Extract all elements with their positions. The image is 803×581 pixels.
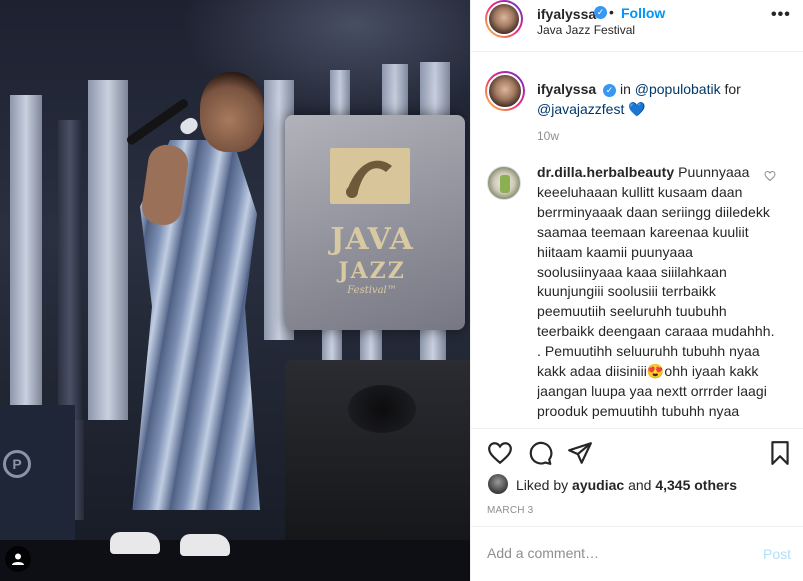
microphone xyxy=(125,97,190,147)
comment-text: Puunnyaaa keeeluhaaan kullitt kusaam daa… xyxy=(537,164,775,380)
heart-eyes-emoji: 😍 xyxy=(646,363,665,380)
likes-prefix: Liked by xyxy=(516,477,569,493)
liker-avatar[interactable] xyxy=(488,474,508,494)
caption-timestamp[interactable]: 10w xyxy=(537,129,559,143)
stage-backdrop-panel xyxy=(10,95,42,415)
shoe xyxy=(180,534,230,556)
speaker-cone xyxy=(348,385,416,433)
caption-text-for: for xyxy=(724,81,741,97)
comment-input-divider xyxy=(471,526,803,527)
sign-text-java: JAVA xyxy=(330,222,414,257)
verified-badge-icon: ✓ xyxy=(594,6,607,19)
person-tag-icon[interactable] xyxy=(5,546,31,572)
header-divider xyxy=(471,51,803,52)
follow-button[interactable]: Follow xyxy=(621,5,665,21)
blue-heart-emoji: 💙 xyxy=(628,101,646,117)
singer-shoes xyxy=(110,530,260,556)
comment-item: dr.dilla.herbalbeauty Puunnyaaa keeeluha… xyxy=(537,163,777,425)
likes-summary: Liked by ayudiac and 4,345 others xyxy=(516,477,737,493)
shoe xyxy=(110,532,160,554)
more-options-icon[interactable]: ••• xyxy=(771,6,791,24)
heart-icon[interactable] xyxy=(487,440,513,466)
author-username[interactable]: ifyalyssa xyxy=(537,6,596,22)
post-location[interactable]: Java Jazz Festival xyxy=(537,23,635,37)
post-comment-button[interactable]: Post xyxy=(763,546,791,562)
singer-head xyxy=(200,72,264,152)
author-avatar[interactable] xyxy=(485,0,523,38)
paper-plane-icon[interactable] xyxy=(567,440,593,466)
post-date[interactable]: MARCH 3 xyxy=(487,505,533,516)
caption-mention-brand[interactable]: @populobatik xyxy=(635,81,721,97)
verified-badge-icon: ✓ xyxy=(603,84,617,97)
stage-box-logo: P xyxy=(3,450,31,478)
post-details-panel: ifyalyssa ✓ • Follow Java Jazz Festival … xyxy=(470,0,803,581)
caption-author-avatar[interactable] xyxy=(485,71,525,111)
sign-text-festival: Festival™ xyxy=(347,285,397,296)
caption-username[interactable]: ifyalyssa xyxy=(537,81,596,97)
actions-divider xyxy=(471,428,803,429)
likes-conjunction: and xyxy=(628,477,652,493)
stage-backdrop-panel xyxy=(58,120,82,420)
post-caption: ifyalyssa ✓ in @populobatik for @javajaz… xyxy=(537,79,787,119)
caption-text-in: in xyxy=(619,81,631,97)
caption-mention-fest[interactable]: @javajazzfest xyxy=(537,101,624,117)
small-heart-icon[interactable] xyxy=(764,170,776,185)
post-image[interactable]: JAVA JAZZ Festival™ P xyxy=(0,0,470,581)
likes-count[interactable]: 4,345 others xyxy=(655,477,737,493)
stage-backdrop-panel xyxy=(88,80,128,420)
header-separator: • xyxy=(609,4,614,20)
commenter-username[interactable]: dr.dilla.herbalbeauty xyxy=(537,164,674,180)
comment-bubble-icon[interactable] xyxy=(527,440,553,466)
sign-text-jazz: JAZZ xyxy=(338,258,406,284)
saxophone-logo xyxy=(330,148,410,204)
bookmark-icon[interactable] xyxy=(767,440,793,466)
add-comment-input[interactable] xyxy=(487,541,747,565)
liker-username[interactable]: ayudiac xyxy=(572,477,624,493)
commenter-avatar[interactable] xyxy=(487,166,521,200)
